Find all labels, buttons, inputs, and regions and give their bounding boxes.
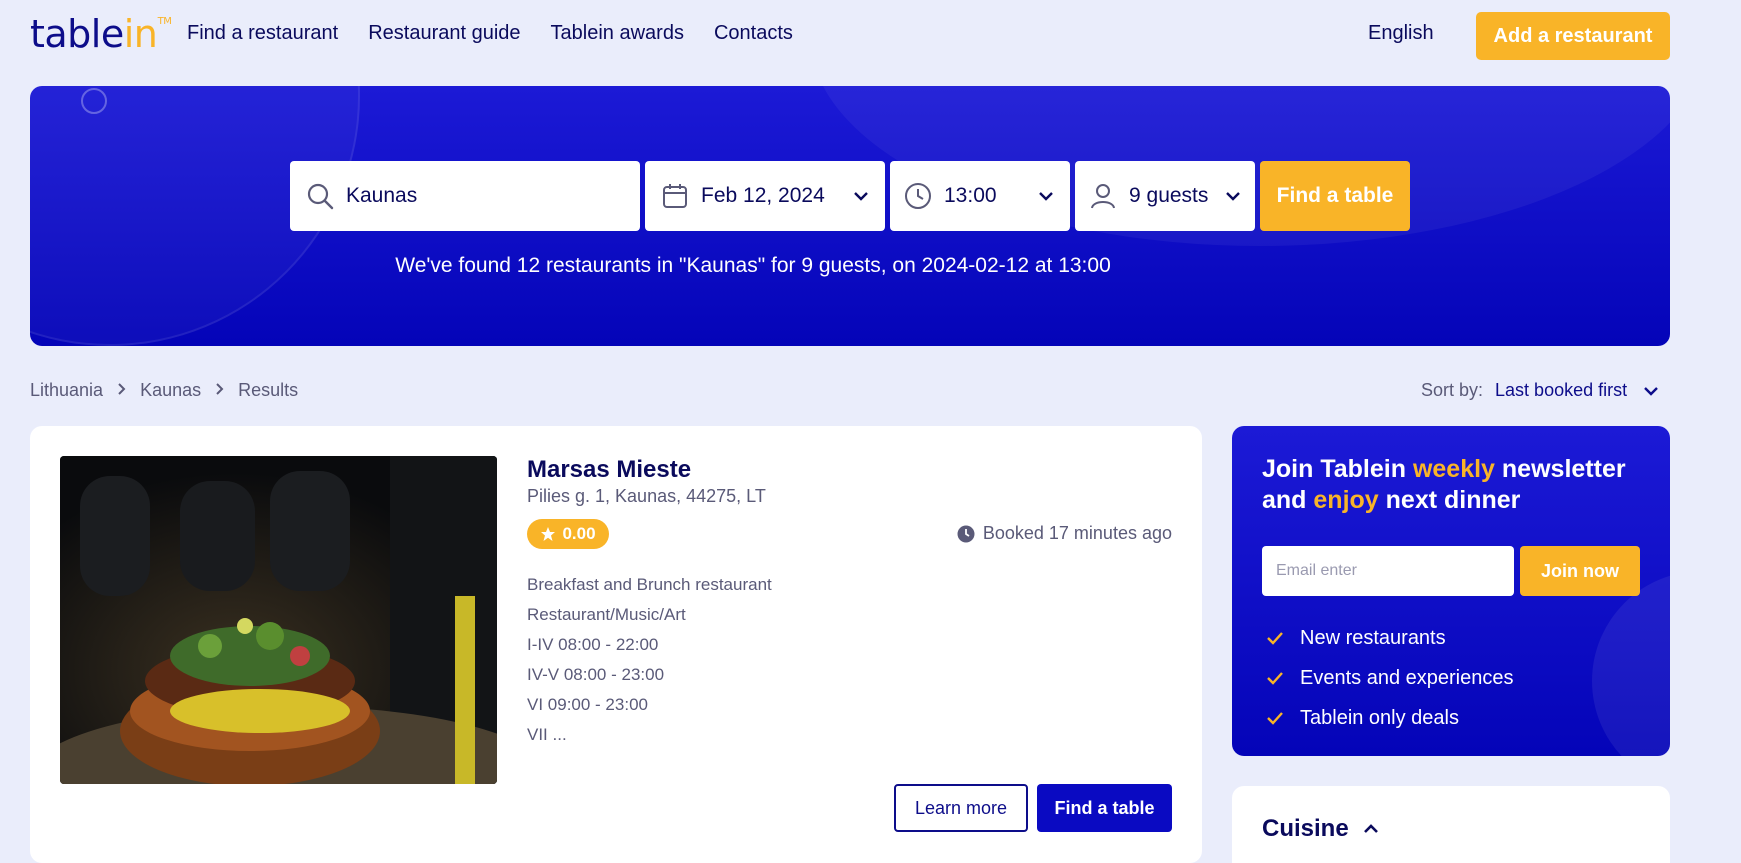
cuisine-toggle[interactable]: Cuisine bbox=[1262, 815, 1379, 843]
restaurant-category: Restaurant/Music/Art bbox=[527, 605, 686, 624]
nav-contacts[interactable]: Contacts bbox=[714, 22, 793, 45]
rating-badge: 0.00 bbox=[527, 519, 609, 549]
breadcrumb: Lithuania Kaunas Results bbox=[30, 380, 298, 401]
newsletter-panel: Join Tablein weekly newsletter and enjoy… bbox=[1232, 426, 1670, 756]
search-hero: Kaunas Feb 12, 2024 13:00 9 guests Find … bbox=[30, 86, 1670, 346]
clock-icon bbox=[957, 525, 975, 543]
sort-value: Last booked first bbox=[1495, 380, 1628, 400]
chevron-down-icon bbox=[1038, 191, 1054, 201]
main-nav: Find a restaurant Restaurant guide Table… bbox=[187, 22, 793, 45]
cuisine-title: Cuisine bbox=[1262, 815, 1349, 842]
sort-label: Sort by: bbox=[1421, 380, 1484, 400]
breadcrumb-kaunas[interactable]: Kaunas bbox=[140, 380, 201, 401]
join-now-button[interactable]: Join now bbox=[1520, 546, 1640, 596]
perk-item: New restaurants bbox=[1266, 618, 1513, 658]
guests-value: 9 guests bbox=[1129, 184, 1209, 207]
booked-status: Booked 17 minutes ago bbox=[957, 523, 1172, 544]
time-value: 13:00 bbox=[944, 184, 997, 207]
title-part: and bbox=[1262, 486, 1314, 514]
tablein-logo[interactable]: tablein TM bbox=[30, 12, 172, 56]
check-icon bbox=[1266, 671, 1284, 685]
language-selector[interactable]: English bbox=[1368, 22, 1434, 45]
title-highlight: enjoy bbox=[1313, 486, 1379, 514]
perk-text: Tablein only deals bbox=[1300, 706, 1459, 729]
hero-decoration bbox=[81, 88, 107, 114]
search-summary: We've found 12 restaurants in "Kaunas" f… bbox=[30, 254, 1670, 278]
nav-restaurant-guide[interactable]: Restaurant guide bbox=[368, 22, 520, 45]
check-icon bbox=[1266, 711, 1284, 725]
date-picker[interactable]: Feb 12, 2024 bbox=[645, 161, 885, 231]
person-icon bbox=[1089, 182, 1117, 210]
perk-item: Tablein only deals bbox=[1266, 698, 1513, 738]
time-picker[interactable]: 13:00 bbox=[890, 161, 1070, 231]
restaurant-name[interactable]: Marsas Mieste bbox=[527, 456, 691, 484]
location-search-input[interactable]: Kaunas bbox=[290, 161, 640, 231]
location-value: Kaunas bbox=[346, 184, 418, 207]
guests-picker[interactable]: 9 guests bbox=[1075, 161, 1255, 231]
find-table-search-button[interactable]: Find a table bbox=[1260, 161, 1410, 231]
chevron-up-icon bbox=[1363, 824, 1379, 834]
star-icon bbox=[540, 526, 556, 542]
date-value: Feb 12, 2024 bbox=[701, 184, 825, 207]
chevron-down-icon bbox=[1643, 386, 1659, 396]
perk-item: Events and experiences bbox=[1266, 658, 1513, 698]
clock-icon bbox=[904, 182, 932, 210]
chevron-down-icon bbox=[1225, 191, 1241, 201]
breadcrumb-lithuania[interactable]: Lithuania bbox=[30, 380, 103, 401]
restaurant-details: Breakfast and Brunch restaurant Restaura… bbox=[527, 570, 772, 750]
restaurant-type: Breakfast and Brunch restaurant bbox=[527, 575, 772, 594]
perk-text: Events and experiences bbox=[1300, 666, 1514, 689]
logo-trademark: TM bbox=[157, 16, 172, 27]
newsletter-decoration bbox=[1592, 571, 1670, 756]
rating-value: 0.00 bbox=[562, 524, 596, 543]
logo-text: table bbox=[30, 12, 124, 56]
add-restaurant-button[interactable]: Add a restaurant bbox=[1476, 12, 1670, 60]
newsletter-email-field[interactable] bbox=[1262, 546, 1514, 596]
newsletter-perks: New restaurants Events and experiences T… bbox=[1266, 618, 1513, 738]
sort-dropdown[interactable]: Sort by: Last booked first bbox=[1421, 380, 1659, 401]
breadcrumb-results: Results bbox=[238, 380, 299, 400]
chevron-down-icon bbox=[853, 191, 869, 201]
chevron-right-icon bbox=[215, 382, 224, 399]
search-icon bbox=[306, 182, 334, 210]
opening-hours: VII ... bbox=[527, 725, 567, 744]
title-part: Join Tablein bbox=[1262, 455, 1413, 483]
title-part: newsletter bbox=[1494, 455, 1626, 483]
search-summary-text: We've found 12 restaurants in "Kaunas" f… bbox=[395, 254, 1111, 277]
learn-more-button[interactable]: Learn more bbox=[894, 784, 1028, 832]
chevron-right-icon bbox=[117, 382, 126, 399]
restaurant-card: Marsas Mieste Pilies g. 1, Kaunas, 44275… bbox=[30, 426, 1202, 863]
cuisine-filter: Cuisine bbox=[1232, 786, 1670, 863]
nav-find-restaurant[interactable]: Find a restaurant bbox=[187, 22, 338, 45]
booked-text: Booked 17 minutes ago bbox=[982, 523, 1172, 543]
perk-text: New restaurants bbox=[1300, 626, 1446, 649]
calendar-icon bbox=[661, 182, 689, 210]
find-table-button[interactable]: Find a table bbox=[1037, 784, 1172, 832]
restaurant-photo[interactable] bbox=[60, 456, 497, 784]
nav-tablein-awards[interactable]: Tablein awards bbox=[551, 22, 684, 45]
check-icon bbox=[1266, 631, 1284, 645]
title-part: next dinner bbox=[1378, 486, 1521, 514]
logo-accent: in bbox=[123, 12, 158, 56]
opening-hours: VI 09:00 - 23:00 bbox=[527, 695, 648, 714]
opening-hours: I-IV 08:00 - 22:00 bbox=[527, 635, 659, 654]
opening-hours: IV-V 08:00 - 23:00 bbox=[527, 665, 665, 684]
newsletter-title: Join Tablein weekly newsletter and enjoy… bbox=[1262, 454, 1626, 516]
restaurant-address: Pilies g. 1, Kaunas, 44275, LT bbox=[527, 486, 766, 506]
title-highlight: weekly bbox=[1412, 455, 1495, 483]
